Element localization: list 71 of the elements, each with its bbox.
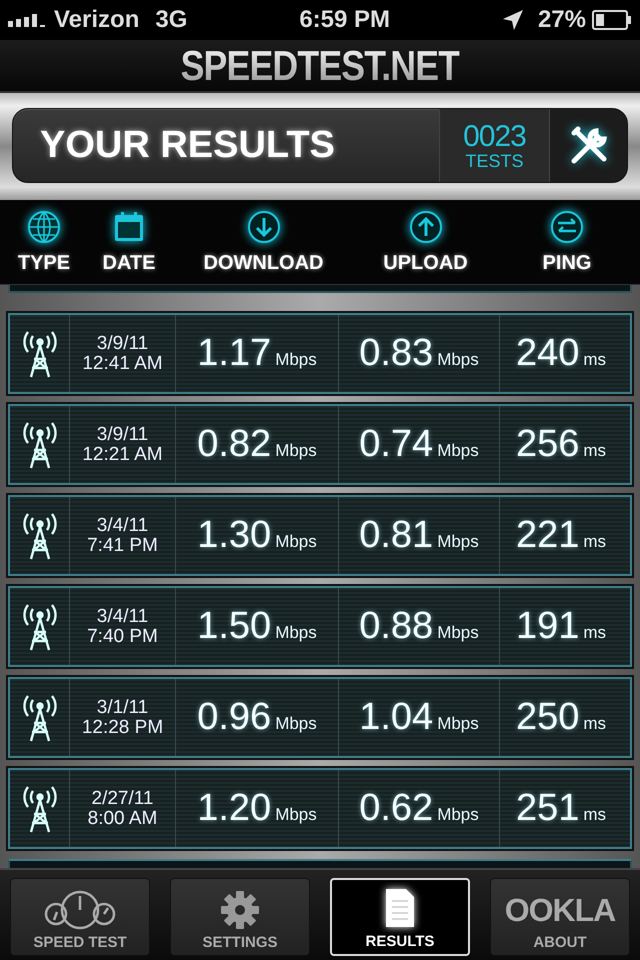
- unit-label: ms: [583, 532, 606, 552]
- date-time: 3/9/11 12:41 AM: [82, 334, 163, 374]
- panel-title: YOUR RESULTS: [39, 123, 336, 168]
- gear-icon: [220, 890, 260, 930]
- ping-value: 240: [516, 332, 580, 375]
- unit-label: ms: [583, 350, 606, 370]
- unit-label: Mbps: [437, 804, 479, 824]
- unit-label: Mbps: [275, 532, 317, 552]
- globe-icon: [27, 210, 61, 244]
- upload-value: 0.88: [359, 605, 434, 648]
- carrier-name: Verizon: [54, 6, 140, 34]
- count-label: TESTS: [465, 152, 524, 170]
- document-icon: [384, 887, 416, 929]
- arrows-icon: [550, 210, 584, 244]
- unit-label: Mbps: [437, 622, 479, 642]
- column-header[interactable]: DOWNLOAD: [182, 200, 345, 284]
- upload-value: 0.83: [359, 332, 434, 375]
- download-value: 0.96: [197, 696, 272, 739]
- battery-percent: 27%: [538, 6, 586, 34]
- download-icon: [246, 210, 280, 244]
- date-time: 3/4/11 7:40 PM: [87, 606, 158, 646]
- unit-label: ms: [583, 804, 606, 824]
- calendar-icon: [112, 210, 146, 244]
- column-header[interactable]: TYPE: [12, 200, 76, 284]
- unit-label: Mbps: [437, 350, 479, 370]
- upload-icon: [408, 210, 442, 244]
- unit-label: Mbps: [275, 804, 317, 824]
- tab[interactable]: SETTINGS: [170, 878, 310, 956]
- upload-value: 0.62: [359, 787, 434, 830]
- network-type: 3G: [155, 6, 188, 34]
- unit-label: Mbps: [275, 440, 317, 460]
- battery-icon: [592, 10, 632, 30]
- unit-label: Mbps: [437, 532, 479, 552]
- tab[interactable]: SPEED TEST: [10, 878, 150, 956]
- date-time: 2/27/11 8:00 AM: [88, 788, 158, 828]
- unit-label: Mbps: [437, 714, 479, 734]
- upload-value: 0.74: [359, 423, 434, 466]
- tab[interactable]: RESULTS: [330, 878, 470, 956]
- column-header[interactable]: UPLOAD: [345, 200, 506, 284]
- ping-value: 191: [516, 605, 580, 648]
- ping-value: 250: [516, 696, 580, 739]
- date-time: 3/9/11 12:21 AM: [82, 424, 163, 464]
- ping-value: 221: [516, 514, 580, 557]
- ping-value: 256: [516, 423, 580, 466]
- download-value: 1.20: [197, 787, 272, 830]
- location-arrow-icon: [502, 9, 524, 31]
- unit-label: Mbps: [275, 622, 317, 642]
- clock: 6:59 PM: [299, 6, 390, 34]
- unit-label: Mbps: [437, 440, 479, 460]
- column-header[interactable]: DATE: [76, 200, 182, 284]
- date-time: 3/4/11 7:41 PM: [87, 516, 158, 556]
- tab[interactable]: OOKLA ABOUT: [490, 878, 630, 956]
- download-value: 1.17: [197, 332, 272, 375]
- column-header[interactable]: PING: [506, 200, 628, 284]
- tools-button[interactable]: [549, 109, 627, 182]
- test-count: 0023: [463, 122, 526, 152]
- logo: OOKLA: [504, 894, 616, 926]
- download-value: 1.50: [197, 605, 272, 648]
- unit-label: ms: [583, 440, 606, 460]
- ping-value: 251: [516, 787, 580, 830]
- signal-icon: [8, 13, 48, 27]
- unit-label: ms: [583, 714, 606, 734]
- upload-value: 1.04: [359, 696, 434, 739]
- unit-label: Mbps: [275, 350, 317, 370]
- download-value: 1.30: [197, 514, 272, 557]
- unit-label: Mbps: [275, 714, 317, 734]
- download-value: 0.82: [197, 423, 272, 466]
- speedometer-icon: [44, 890, 116, 930]
- date-time: 3/1/11 12:28 PM: [82, 698, 164, 738]
- unit-label: ms: [583, 622, 606, 642]
- upload-value: 0.81: [359, 514, 434, 557]
